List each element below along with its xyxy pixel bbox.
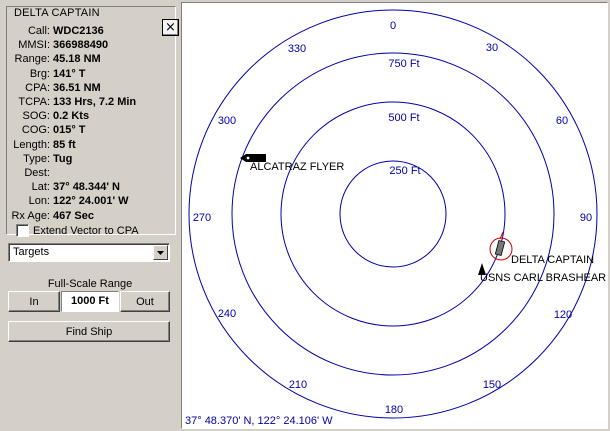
- info-value: 0.2 Kts: [53, 110, 90, 123]
- target-info-panel: DELTA CAPTAIN × Call: WDC2136 MMSI: 3669884…: [0, 0, 180, 431]
- info-label: TCPA:: [18, 96, 50, 109]
- zoom-out-button[interactable]: Out: [120, 291, 170, 312]
- bearing-label-120: 120: [554, 309, 572, 321]
- find-ship-button[interactable]: Find Ship: [8, 321, 170, 342]
- info-row: CPA: 36.51 NM: [7, 81, 175, 95]
- range-ring-750: [231, 52, 555, 376]
- info-label: Type:: [23, 152, 50, 165]
- zoom-in-button[interactable]: In: [8, 291, 60, 312]
- info-label: Brg:: [29, 67, 50, 80]
- info-value: 122° 24.001' W: [53, 195, 129, 208]
- info-label: Lon:: [28, 195, 50, 208]
- bearing-label-270: 270: [193, 212, 211, 224]
- info-row: Rx Age: 467 Sec: [7, 208, 175, 222]
- info-value: 366988490: [53, 39, 109, 52]
- radar-display[interactable]: 0 30 60 90 120 150 180 210 240 270 300 3…: [181, 2, 608, 429]
- target-title: DELTA CAPTAIN: [14, 7, 100, 19]
- range-ring-500: [280, 101, 506, 327]
- chevron-down-icon: [157, 251, 164, 255]
- info-label: Dest:: [24, 166, 50, 179]
- ship-icon: [494, 239, 506, 257]
- bearing-label-150: 150: [483, 379, 501, 391]
- bearing-label-60: 60: [556, 115, 568, 127]
- info-value: 015° T: [53, 124, 86, 137]
- info-value: 37° 48.344' N: [53, 181, 120, 194]
- info-label: Length:: [13, 138, 50, 151]
- target-info-list: Call: WDC2136 MMSI: 366988490 Range: 45.18 NM…: [7, 24, 175, 223]
- ship-marker-dot: [246, 156, 250, 160]
- extend-vector-checkbox[interactable]: [16, 224, 29, 237]
- bearing-label-180: 180: [385, 404, 403, 416]
- filter-select[interactable]: Targets: [8, 243, 170, 262]
- target-label-delta-captain: DELTA CAPTAIN: [511, 254, 594, 266]
- info-label: Call:: [27, 25, 50, 38]
- info-value: 467 Sec: [53, 209, 94, 222]
- cursor-coordinate-readout: 37° 48.370' N, 122° 24.106' W: [185, 415, 333, 427]
- info-row: COG: 015° T: [7, 123, 175, 137]
- info-value: 141° T: [53, 67, 86, 80]
- bearing-label-90: 90: [580, 212, 592, 224]
- ring-label-750: 750 Ft: [388, 58, 419, 70]
- target-delta-captain[interactable]: DELTA CAPTAIN: [489, 231, 594, 266]
- target-label-alcatraz-flyer: ALCATRAZ FLYER: [250, 161, 344, 173]
- bearing-label-210: 210: [289, 379, 307, 391]
- dropdown-button[interactable]: [153, 245, 168, 260]
- extend-vector-label: Extend Vector to CPA: [33, 224, 139, 237]
- info-row: TCPA: 133 Hrs, 7.2 Min: [7, 95, 175, 109]
- bearing-label-330: 330: [288, 43, 306, 55]
- range-ring-outer: [188, 9, 598, 419]
- info-label: COG:: [21, 124, 50, 137]
- info-label: Range:: [14, 53, 50, 66]
- target-label-usns-carl-brashear: USNS CARL BRASHEAR: [480, 272, 606, 284]
- radar-plot[interactable]: 0 30 60 90 120 150 180 210 240 270 300 3…: [182, 3, 607, 428]
- info-row: Lon: 122° 24.001' W: [7, 194, 175, 208]
- info-row: SOG: 0.2 Kts: [7, 109, 175, 123]
- info-value: 45.18 NM: [53, 53, 101, 66]
- info-value: 133 Hrs, 7.2 Min: [53, 96, 137, 109]
- info-value: WDC2136: [53, 25, 104, 38]
- info-row: MMSI: 366988490: [7, 38, 175, 52]
- info-row: Type: Tug: [7, 152, 175, 166]
- info-value: Tug: [53, 152, 73, 165]
- bearing-label-240: 240: [218, 308, 236, 320]
- target-details-group: DELTA CAPTAIN × Call: WDC2136 MMSI: 3669884…: [6, 6, 179, 237]
- bearing-label-30: 30: [486, 42, 498, 54]
- info-value: 36.51 NM: [53, 81, 101, 94]
- info-row: Brg: 141° T: [7, 67, 175, 81]
- ring-label-250: 250 Ft: [389, 165, 420, 177]
- target-usns-carl-brashear[interactable]: USNS CARL BRASHEAR: [478, 263, 606, 284]
- target-alcatraz-flyer[interactable]: ALCATRAZ FLYER: [240, 154, 344, 173]
- info-value: 85 ft: [53, 138, 76, 151]
- range-value: 1000 Ft: [61, 291, 119, 312]
- info-label: MMSI:: [18, 39, 50, 52]
- info-row: Call: WDC2136: [7, 24, 175, 38]
- extend-vector-option[interactable]: Extend Vector to CPA: [16, 224, 139, 237]
- info-label: CPA:: [25, 81, 50, 94]
- info-row: Lat: 37° 48.344' N: [7, 180, 175, 194]
- info-row: Dest:: [7, 166, 175, 180]
- info-row: Length: 85 ft: [7, 138, 175, 152]
- bearing-label-0: 0: [390, 20, 396, 32]
- full-scale-range-label: Full-Scale Range: [47, 278, 133, 290]
- bearing-label-300: 300: [218, 115, 236, 127]
- filter-select-value: Targets: [13, 246, 50, 258]
- ring-label-500: 500 Ft: [388, 112, 419, 124]
- info-label: Lat:: [31, 181, 50, 194]
- info-row: Range: 45.18 NM: [7, 52, 175, 66]
- info-label: SOG:: [22, 110, 50, 123]
- info-label: Rx Age:: [11, 209, 50, 222]
